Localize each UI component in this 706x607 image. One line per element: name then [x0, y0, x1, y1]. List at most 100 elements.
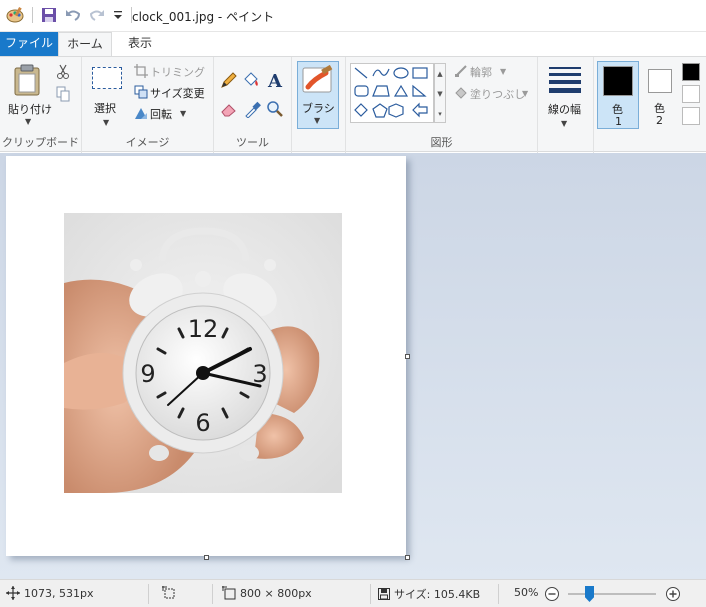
- shapes-group-label: 図形: [430, 136, 453, 149]
- fill-shape-icon: [455, 87, 467, 99]
- brush-dropdown-arrow[interactable]: ▼: [314, 116, 320, 125]
- status-separator: [370, 584, 371, 604]
- paste-dropdown-arrow[interactable]: ▼: [25, 117, 31, 126]
- rotate-dropdown-arrow[interactable]: ▼: [180, 109, 186, 118]
- color1-button[interactable]: 色 1: [597, 61, 639, 129]
- eraser-icon[interactable]: [220, 100, 238, 118]
- select-label: 選択: [94, 102, 116, 115]
- fill-shape-dropdown-arrow[interactable]: ▼: [522, 89, 528, 98]
- select-button[interactable]: 選択 ▼: [88, 63, 130, 129]
- crop-label: トリミング: [150, 66, 205, 79]
- color-picker-icon[interactable]: [244, 100, 262, 118]
- magnifier-icon[interactable]: [266, 100, 284, 118]
- window-title: clock_001.jpg - ペイント: [132, 10, 275, 24]
- disk-icon: [378, 588, 390, 600]
- resize-label: サイズ変更: [150, 87, 205, 100]
- fill-shape-button[interactable]: 塗りつぶし ▼: [452, 85, 536, 103]
- image-group: 選択 ▼ トリミング サイズ変更 回転 ▼ イメージ: [82, 57, 214, 153]
- fill-shape-label: 塗りつぶし: [470, 88, 526, 101]
- palette-swatch-black[interactable]: [682, 63, 700, 81]
- line-width-dropdown-arrow[interactable]: ▼: [561, 119, 567, 128]
- image-size-icon: [222, 586, 236, 600]
- status-separator: [212, 584, 213, 604]
- cursor-position-text: 1073, 531px: [24, 586, 94, 600]
- file-size: サイズ: 105.4KB: [378, 586, 480, 602]
- brush-button[interactable]: ブラシ ▼: [297, 61, 339, 129]
- color2-number: 2: [656, 114, 663, 127]
- line-width-icon: [549, 67, 581, 93]
- palette-swatch-white[interactable]: [682, 85, 700, 103]
- paste-button[interactable]: 貼り付け ▼: [4, 61, 52, 127]
- brush-icon: [302, 65, 333, 93]
- image-size: 800 × 800px: [222, 586, 312, 600]
- select-dropdown-arrow[interactable]: ▼: [103, 118, 109, 127]
- qat-separator: [32, 7, 33, 23]
- cut-icon[interactable]: [56, 64, 70, 80]
- zoom-out-icon[interactable]: [544, 586, 560, 602]
- text-icon[interactable]: A: [266, 71, 284, 89]
- file-size-text: サイズ: 105.4KB: [394, 588, 481, 601]
- cursor-position: 1073, 531px: [6, 586, 93, 600]
- paste-icon: [14, 64, 40, 96]
- zoom-slider-thumb[interactable]: [585, 586, 594, 602]
- save-icon[interactable]: [41, 7, 57, 23]
- shape-gallery-icons[interactable]: [351, 64, 433, 122]
- clock-photo: 12 3 6 9: [64, 213, 342, 493]
- canvas-workspace[interactable]: 12 3 6 9: [0, 153, 706, 579]
- select-icon: [92, 67, 122, 89]
- tab-home[interactable]: ホーム: [58, 32, 112, 56]
- line-width-button[interactable]: 線の幅 ▼: [543, 61, 589, 129]
- crop-button[interactable]: トリミング: [132, 63, 212, 81]
- image-group-label: イメージ: [125, 136, 170, 149]
- clipboard-group: 貼り付け ▼ クリップボード: [0, 57, 82, 153]
- drawing-canvas[interactable]: 12 3 6 9: [6, 156, 406, 556]
- resize-handle-right[interactable]: [405, 354, 410, 359]
- shapes-group: ▲ ▼ ▾ 輪郭 ▼ 塗りつぶし ▼ 図形: [346, 57, 538, 153]
- ribbon-tabs: ファイル ホーム 表示: [0, 32, 706, 56]
- zoom-in-icon[interactable]: [665, 586, 681, 602]
- status-separator: [148, 584, 149, 604]
- ribbon: 貼り付け ▼ クリップボード 選択 ▼ トリミング サイズ変更 回転 ▼ イメー…: [0, 56, 706, 153]
- status-bar: 1073, 531px 800 × 800px サイズ: 105.4KB 50%: [0, 579, 706, 607]
- color1-number: 1: [615, 115, 622, 128]
- rotate-icon: [135, 108, 147, 119]
- image-size-text: 800 × 800px: [240, 586, 312, 600]
- zoom-slider-track: [568, 593, 656, 595]
- palette-swatch-white[interactable]: [682, 107, 700, 125]
- zoom-slider[interactable]: [568, 586, 656, 602]
- rotate-label: 回転: [150, 108, 172, 121]
- selection-size-icon: [162, 586, 175, 599]
- copy-icon[interactable]: [56, 86, 70, 102]
- tab-view[interactable]: 表示: [114, 32, 166, 56]
- resize-handle-bottom[interactable]: [204, 555, 209, 560]
- crop-icon: [134, 64, 148, 78]
- title-bar: clock_001.jpg - ペイント: [0, 0, 706, 32]
- clock-numeral-6: 6: [195, 409, 210, 437]
- size-group: 線の幅 ▼: [538, 57, 594, 153]
- selection-size: [162, 586, 176, 600]
- rotate-button[interactable]: 回転 ▼: [132, 105, 212, 123]
- tools-group-label: ツール: [236, 136, 269, 149]
- outline-label: 輪郭: [470, 66, 492, 79]
- shape-gallery: [350, 63, 434, 123]
- shape-gallery-scroll[interactable]: ▲ ▼ ▾: [434, 63, 446, 123]
- pencil-icon[interactable]: [220, 71, 238, 89]
- paint-app-icon[interactable]: [6, 6, 24, 24]
- fill-icon[interactable]: [242, 71, 260, 89]
- clipboard-group-label: クリップボード: [2, 136, 79, 149]
- status-separator: [498, 584, 499, 604]
- resize-button[interactable]: サイズ変更: [132, 84, 212, 102]
- paste-label: 貼り付け: [8, 103, 52, 116]
- brush-label: ブラシ: [302, 102, 335, 115]
- redo-icon[interactable]: [89, 7, 105, 23]
- outline-dropdown-arrow[interactable]: ▼: [500, 67, 506, 76]
- undo-icon[interactable]: [65, 7, 81, 23]
- customize-qat-icon[interactable]: [113, 9, 123, 21]
- color2-button[interactable]: 色 2: [642, 61, 676, 129]
- resize-handle-corner[interactable]: [405, 555, 410, 560]
- brushes-group: ブラシ ▼: [292, 57, 346, 153]
- zoom-level: 50%: [514, 586, 538, 599]
- tab-file[interactable]: ファイル: [0, 32, 58, 56]
- color1-swatch: [603, 66, 633, 96]
- outline-button[interactable]: 輪郭 ▼: [452, 63, 536, 81]
